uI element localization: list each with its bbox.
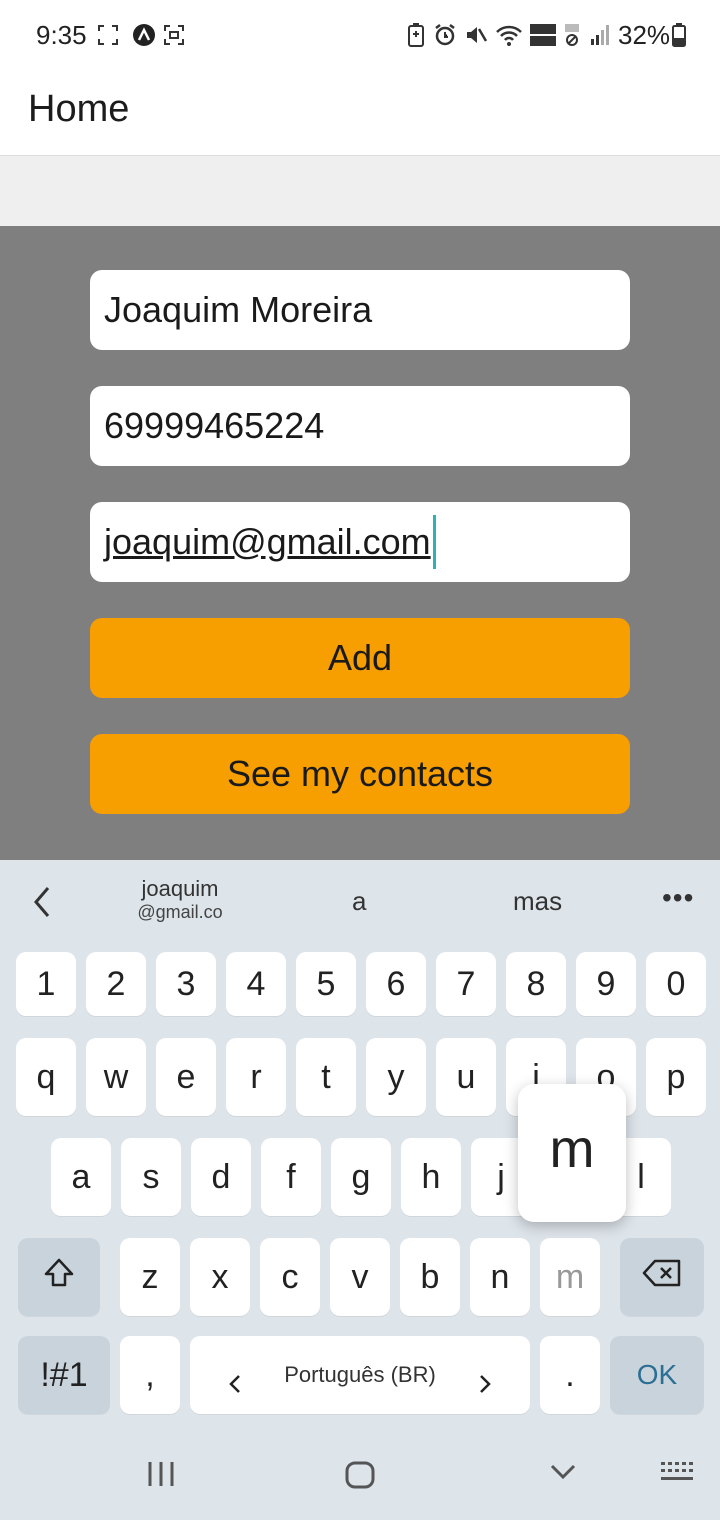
key-3[interactable]: 3 <box>156 952 216 1016</box>
period-key[interactable]: . <box>540 1336 600 1414</box>
key-4[interactable]: 4 <box>226 952 286 1016</box>
suggestion-3[interactable]: mas <box>513 886 562 917</box>
email-field-value: joaquim@gmail.com <box>104 521 431 562</box>
space-key[interactable]: Português (BR) <box>190 1336 530 1414</box>
name-field[interactable]: Joaquim Moreira <box>90 270 630 350</box>
add-button[interactable]: Add <box>90 618 630 698</box>
key-2[interactable]: 2 <box>86 952 146 1016</box>
back-icon[interactable] <box>548 1460 578 1484</box>
suggestion-primary-sub: @gmail.co <box>137 902 223 922</box>
see-contacts-button[interactable]: See my contacts <box>90 734 630 814</box>
volte-icon <box>528 22 558 48</box>
key-d[interactable]: d <box>191 1138 251 1216</box>
keyboard-toggle-icon[interactable] <box>660 1460 694 1484</box>
home-icon[interactable] <box>344 1460 376 1490</box>
key-0[interactable]: 0 <box>646 952 706 1016</box>
header-spacer <box>0 156 720 226</box>
scan-icon <box>162 22 186 48</box>
key-q[interactable]: q <box>16 1038 76 1116</box>
key-9[interactable]: 9 <box>576 952 636 1016</box>
name-field-value: Joaquim Moreira <box>104 289 373 330</box>
key-x[interactable]: x <box>190 1238 250 1316</box>
see-contacts-button-label: See my contacts <box>226 753 494 794</box>
status-time: 9:35 <box>36 20 87 50</box>
battery-percent: 32% <box>618 20 671 50</box>
chevron-right-icon <box>478 1364 492 1403</box>
suggestion-2[interactable]: a <box>352 886 366 917</box>
key-h[interactable]: h <box>401 1138 461 1216</box>
key-6[interactable]: 6 <box>366 952 426 1016</box>
key-f[interactable]: f <box>261 1138 321 1216</box>
mute-icon <box>463 22 489 48</box>
recent-apps-icon[interactable] <box>146 1460 176 1488</box>
app-bar: Home <box>0 68 720 156</box>
key-8[interactable]: 8 <box>506 952 566 1016</box>
status-bar: 9:35 32% <box>0 0 720 68</box>
key-preview-popup: m <box>518 1084 626 1222</box>
key-v[interactable]: v <box>330 1238 390 1316</box>
key-b[interactable]: b <box>400 1238 460 1316</box>
chevron-left-icon <box>228 1364 242 1403</box>
key-n[interactable]: n <box>470 1238 530 1316</box>
chevron-left-icon[interactable] <box>28 882 58 922</box>
symbols-key[interactable]: !#1 <box>18 1336 110 1414</box>
ok-key[interactable]: OK <box>610 1336 704 1414</box>
key-s[interactable]: s <box>121 1138 181 1216</box>
key-p[interactable]: p <box>646 1038 706 1116</box>
screenshot-frame-icon <box>96 22 120 48</box>
key-z[interactable]: z <box>120 1238 180 1316</box>
text-cursor <box>432 515 436 569</box>
shift-icon <box>42 1256 76 1299</box>
key-r[interactable]: r <box>226 1038 286 1116</box>
data-4g-icon <box>562 22 582 48</box>
navigation-bar <box>0 1430 720 1520</box>
suggestion-primary[interactable]: joaquim @gmail.co <box>130 876 230 923</box>
suggestion-primary-text: joaquim <box>141 876 219 901</box>
shift-key[interactable] <box>18 1238 100 1316</box>
comma-key[interactable]: , <box>120 1336 180 1414</box>
backspace-key[interactable] <box>620 1238 704 1316</box>
key-y[interactable]: y <box>366 1038 426 1116</box>
key-u[interactable]: u <box>436 1038 496 1116</box>
more-options-icon[interactable]: ••• <box>662 882 694 914</box>
key-a[interactable]: a <box>51 1138 111 1216</box>
signal-icon <box>588 22 612 48</box>
phone-field-value: 69999465224 <box>104 405 325 446</box>
battery-saver-icon <box>405 22 427 48</box>
app-notification-icon <box>132 22 156 48</box>
key-c[interactable]: c <box>260 1238 320 1316</box>
phone-field[interactable]: 69999465224 <box>90 386 630 466</box>
language-label: Português (BR) <box>284 1362 436 1387</box>
key-w[interactable]: w <box>86 1038 146 1116</box>
add-button-label: Add <box>327 637 393 678</box>
key-t[interactable]: t <box>296 1038 356 1116</box>
key-e[interactable]: e <box>156 1038 216 1116</box>
key-7[interactable]: 7 <box>436 952 496 1016</box>
wifi-icon <box>494 22 524 48</box>
key-g[interactable]: g <box>331 1138 391 1216</box>
key-1[interactable]: 1 <box>16 952 76 1016</box>
backspace-icon <box>642 1258 682 1297</box>
key-5[interactable]: 5 <box>296 952 356 1016</box>
email-field[interactable]: joaquim@gmail.com <box>90 502 630 582</box>
page-title: Home <box>28 88 130 130</box>
alarm-icon <box>432 22 458 48</box>
battery-icon <box>670 22 688 48</box>
suggestion-bar: joaquim @gmail.co a mas ••• <box>0 860 720 940</box>
key-m[interactable]: m <box>540 1238 600 1316</box>
